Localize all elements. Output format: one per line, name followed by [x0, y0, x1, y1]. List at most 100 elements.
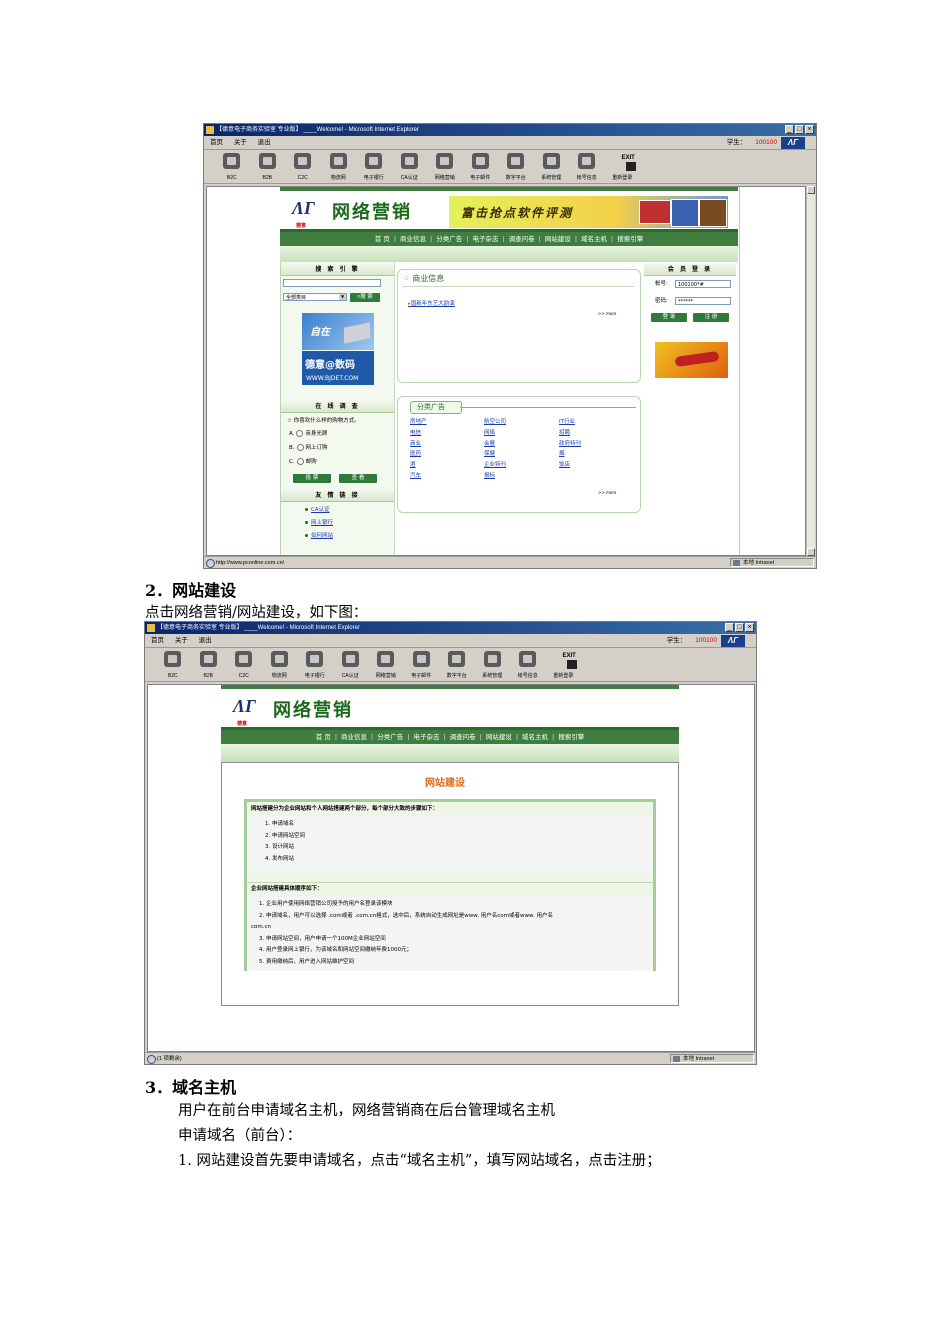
toolbar-button-1[interactable]: B2B	[250, 150, 286, 184]
maximize-button[interactable]: □	[735, 623, 744, 632]
close-button[interactable]: ×	[805, 125, 814, 134]
toolbar-button-1[interactable]: B2B	[191, 648, 227, 682]
toolbar-button-3[interactable]: 物流网	[262, 648, 298, 682]
classified-more-link[interactable]: >> more	[598, 489, 616, 497]
nav-item-2[interactable]: 分类广告	[377, 733, 403, 741]
ad-banner[interactable]: 富击抢点软件评测	[449, 196, 728, 228]
nav-item-4[interactable]: 调查问卷	[450, 733, 476, 741]
toolbar-button-2[interactable]: C2C	[226, 648, 262, 682]
minimize-button[interactable]: _	[785, 125, 794, 134]
menu-logout[interactable]: 退出	[199, 637, 212, 644]
toolbar-button-7[interactable]: 电子邮件	[404, 648, 440, 682]
classified-link[interactable]: 房地产	[410, 418, 427, 426]
radio-button[interactable]	[296, 430, 304, 437]
nav-item-4[interactable]: 调查问卷	[509, 235, 535, 243]
register-button[interactable]: 注 册	[693, 313, 729, 322]
classified-link[interactable]: 网络	[484, 429, 495, 437]
survey-option[interactable]: A. 亲身光顾	[289, 430, 327, 438]
nav-item-0[interactable]: 首 页	[316, 733, 331, 741]
toolbar-button-8[interactable]: 数字平台	[498, 150, 534, 184]
toolbar-button-2[interactable]: C2C	[285, 150, 321, 184]
classified-link[interactable]: 保健	[484, 450, 495, 458]
menu-logout[interactable]: 退出	[258, 139, 271, 146]
friend-link[interactable]: 网上银行	[305, 519, 333, 527]
nav-item-3[interactable]: 电子杂志	[413, 733, 439, 741]
classified-link[interactable]: 电信	[410, 429, 421, 437]
nav-item-6[interactable]: 域名主机	[522, 733, 548, 741]
classified-link[interactable]: 汽车	[410, 472, 421, 480]
site-title: 网络营销	[332, 202, 412, 223]
toolbar-button-4[interactable]: 电子银行	[356, 150, 392, 184]
nav-item-7[interactable]: 搜索引擎	[617, 235, 643, 243]
toolbar-button-7[interactable]: 电子邮件	[463, 150, 499, 184]
nav-item-5[interactable]: 网站建设	[545, 235, 571, 243]
nav-item-3[interactable]: 电子杂志	[472, 235, 498, 243]
nav-item-5[interactable]: 网站建设	[486, 733, 512, 741]
radio-button[interactable]	[296, 458, 304, 465]
toolbar-button-8[interactable]: 数字平台	[439, 648, 475, 682]
nav-item-6[interactable]: 域名主机	[581, 235, 607, 243]
toolbar-button-5[interactable]: CA认证	[333, 648, 369, 682]
radio-button[interactable]	[296, 444, 304, 451]
business-more-link[interactable]: >> more	[598, 310, 616, 318]
menu-about[interactable]: 关于	[234, 139, 247, 146]
right-ad-image[interactable]	[655, 342, 728, 378]
login-button[interactable]: 登 录	[651, 313, 687, 322]
toolbar-button-11[interactable]: EXIT 重新登录	[605, 150, 641, 184]
classified-link[interactable]: 招聘	[559, 429, 570, 437]
toolbar-button-10[interactable]: 帐号信息	[510, 648, 546, 682]
toolbar-button-9[interactable]: 系统管理	[534, 150, 570, 184]
close-button[interactable]: ×	[745, 623, 754, 632]
classified-link[interactable]: 商业	[410, 440, 421, 448]
friend-link[interactable]: 如何网站	[305, 532, 333, 540]
toolbar-button-0[interactable]: B2C	[155, 648, 191, 682]
toolbar-button-6[interactable]: 网络营销	[368, 648, 404, 682]
survey-option[interactable]: C. 邮购	[289, 458, 317, 466]
maximize-button[interactable]: □	[795, 125, 804, 134]
menu-about[interactable]: 关于	[175, 637, 188, 644]
classified-link[interactable]: 烟	[559, 450, 565, 458]
classified-link[interactable]: 会展	[484, 440, 495, 448]
classified-link[interactable]: 企业特刊	[484, 461, 506, 469]
enterprise-step: 4. 用户登录网上银行，为该域名和网站空间缴纳年费1000元；	[259, 947, 412, 953]
vertical-scrollbar[interactable]	[806, 186, 815, 556]
toolbar-button-6[interactable]: 网络营销	[427, 150, 463, 184]
menu-home[interactable]: 首页	[151, 637, 164, 644]
classified-link[interactable]: 航空公司	[484, 418, 506, 426]
classified-link[interactable]: 报标	[484, 472, 495, 480]
nav-item-0[interactable]: 首 页	[375, 235, 390, 243]
survey-option[interactable]: B. 网上订购	[289, 444, 328, 452]
nav-item-1[interactable]: 商业信息	[400, 235, 426, 243]
toolbar-button-11[interactable]: EXIT 重新登录	[546, 648, 582, 682]
menu-home[interactable]: 首页	[210, 139, 223, 146]
nav-item-2[interactable]: 分类广告	[436, 235, 462, 243]
side-ad-image[interactable]: 自在	[302, 313, 374, 350]
toolbar-button-3[interactable]: 物流网	[321, 150, 357, 184]
classified-link[interactable]: 酒	[410, 461, 416, 469]
nav-item-7[interactable]: 搜索引擎	[558, 733, 584, 741]
category-select[interactable]: 全部类目 ▼	[283, 293, 347, 301]
section3-line3: 1. 网站建设首先要申请域名，点击“域名主机”，填写网站域名，点击注册；	[178, 1153, 661, 1169]
toolbar-button-5[interactable]: CA认证	[392, 150, 428, 184]
toolbar-button-10[interactable]: 帐号信息	[569, 150, 605, 184]
classified-link[interactable]: 医药	[410, 450, 421, 458]
account-input[interactable]: 100100*#	[675, 280, 731, 288]
classified-link[interactable]: 政府特刊	[559, 440, 581, 448]
toolbar-button-0[interactable]: B2C	[214, 150, 250, 184]
toolbar-label: B2C	[167, 673, 178, 679]
password-input[interactable]: ******	[675, 297, 731, 305]
classified-link[interactable]: 饭店	[559, 461, 570, 469]
toolbar-button-4[interactable]: 电子银行	[297, 648, 333, 682]
toolbar-button-9[interactable]: 系统管理	[475, 648, 511, 682]
classified-link[interactable]: IT行业	[559, 418, 575, 426]
friend-link[interactable]: CA认证	[305, 506, 330, 514]
vote-button[interactable]: 投 票	[293, 474, 331, 483]
search-input[interactable]	[283, 279, 381, 287]
view-button[interactable]: 查 看	[339, 474, 377, 483]
nav-item-1[interactable]: 商业信息	[341, 733, 367, 741]
business-item-link[interactable]: ▸国新年东艺大韵演	[408, 300, 455, 308]
search-button[interactable]: ⌕搜 索	[350, 293, 380, 302]
bullet-icon	[305, 508, 308, 511]
minimize-button[interactable]: _	[725, 623, 734, 632]
deyi-digital-ad[interactable]: 德意@数码 WWW.BJDET.COM	[302, 351, 374, 385]
